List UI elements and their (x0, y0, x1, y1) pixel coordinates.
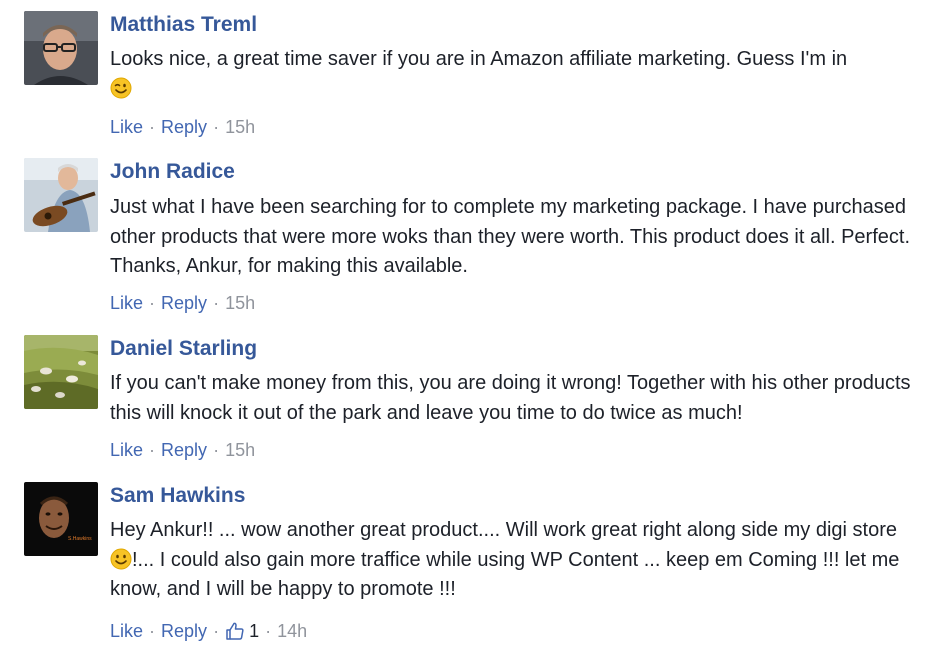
like-link[interactable]: Like (110, 620, 143, 642)
like-link[interactable]: Like (110, 439, 143, 461)
comment-text-part: Looks nice, a great time saver if you ar… (110, 48, 848, 70)
reply-link[interactable]: Reply (161, 292, 207, 314)
comment-actions: Like · Reply · 1 · 14h (110, 620, 307, 642)
comment-actions: Like · Reply · 15h (110, 116, 255, 138)
comment-text: Hey Ankur!! ... wow another great produc… (110, 516, 920, 605)
comment-author[interactable]: Daniel Starling (110, 337, 257, 361)
separator: · (213, 440, 220, 460)
avatar-image-sam: S.Hawkins (24, 482, 98, 556)
separator: · (149, 293, 156, 313)
avatar[interactable] (24, 11, 98, 85)
timestamp[interactable]: 15h (225, 292, 255, 314)
wink-emoji-icon (110, 77, 132, 99)
avatar[interactable] (24, 158, 98, 232)
comment-text: If you can't make money from this, you a… (110, 372, 911, 424)
avatar-image-matthias (24, 11, 98, 85)
separator: · (213, 293, 220, 313)
avatar-image-john (24, 158, 98, 232)
comment-text-part: !... I could also gain more traffice whi… (110, 548, 900, 601)
timestamp[interactable]: 15h (225, 439, 255, 461)
like-count[interactable]: 1 (249, 620, 259, 642)
reply-link[interactable]: Reply (161, 620, 207, 642)
avatar[interactable] (24, 335, 98, 409)
comment-text: Looks nice, a great time saver if you ar… (110, 45, 920, 104)
timestamp[interactable]: 14h (277, 620, 307, 642)
reply-link[interactable]: Reply (161, 116, 207, 138)
comment-author[interactable]: John Radice (110, 160, 235, 184)
comment-author[interactable]: Sam Hawkins (110, 484, 245, 508)
timestamp[interactable]: 15h (225, 116, 255, 138)
separator: · (265, 621, 272, 641)
avatar[interactable]: S.Hawkins (24, 482, 98, 556)
avatar-caption: S.Hawkins (68, 536, 92, 542)
comment-text: Just what I have been searching for to c… (110, 196, 911, 277)
like-link[interactable]: Like (110, 292, 143, 314)
separator: · (149, 440, 156, 460)
reply-link[interactable]: Reply (161, 439, 207, 461)
smile-emoji-icon (110, 548, 132, 570)
avatar-image-daniel (24, 335, 98, 409)
comment-actions: Like · Reply · 15h (110, 439, 255, 461)
separator: · (213, 117, 220, 137)
thumbs-up-icon[interactable] (225, 621, 245, 641)
comment-author[interactable]: Matthias Treml (110, 13, 257, 37)
like-link[interactable]: Like (110, 116, 143, 138)
comment-actions: Like · Reply · 15h (110, 292, 255, 314)
separator: · (149, 621, 156, 641)
comment-text-part: Hey Ankur!! ... wow another great produc… (110, 519, 898, 541)
separator: · (149, 117, 156, 137)
separator: · (213, 621, 220, 641)
